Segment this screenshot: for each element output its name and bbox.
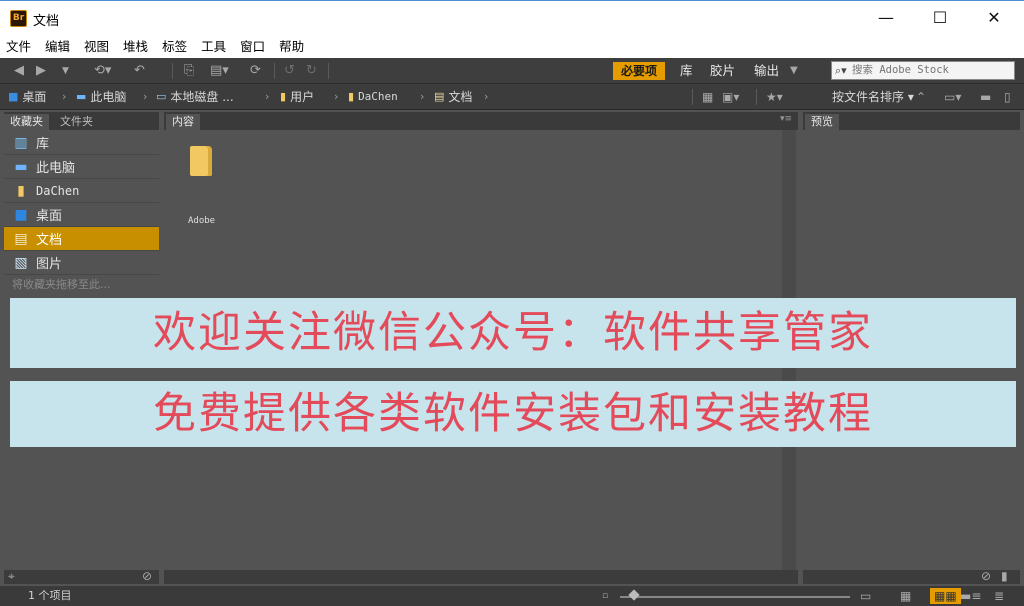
sort-direction-icon[interactable]: ⌃ (916, 88, 926, 106)
promo-banner-1: 欢迎关注微信公众号：软件共享管家 (10, 298, 1016, 368)
refresh-icon[interactable]: ⟳ (250, 62, 261, 80)
camera-import-icon[interactable]: ⎘ (184, 62, 194, 80)
back-arrow-icon[interactable]: ◀ (14, 62, 24, 80)
desktop-icon: ■ (14, 206, 28, 223)
content-panel-footer (164, 570, 798, 584)
crumb-desktop[interactable]: ■ 桌面 (8, 88, 46, 106)
rotate-right-icon[interactable]: ↻ (306, 62, 317, 80)
quality-dropdown-icon[interactable]: ▣▾ (722, 88, 739, 106)
tab-favorites[interactable]: 收藏夹 (4, 114, 49, 130)
workspace-filmstrip[interactable]: 胶片 (710, 62, 735, 80)
slider-thumb[interactable] (628, 589, 640, 601)
bridge-logo: Br (10, 10, 27, 27)
forward-arrow-icon[interactable]: ▶ (36, 62, 46, 80)
recent-dropdown-icon[interactable]: ▼ (62, 62, 69, 80)
crumb-dachen[interactable]: ▮ DaChen (348, 88, 398, 106)
menu-window[interactable]: 窗口 (240, 36, 265, 58)
menu-edit[interactable]: 编辑 (45, 36, 70, 58)
trash-icon[interactable]: ▮ (1001, 568, 1008, 584)
tab-folders[interactable]: 文件夹 (54, 114, 99, 130)
sort-dropdown[interactable]: 按文件名排序 ▾ (832, 88, 914, 106)
crumb-users[interactable]: ▮ 用户 (280, 88, 314, 106)
disk-icon: ▭ (156, 90, 167, 103)
copy-icon[interactable]: ▤▾ (210, 62, 229, 80)
folder-icon (190, 146, 212, 176)
favorite-library[interactable]: ▥ 库 (4, 131, 159, 155)
search-icon: ⌕▾ (835, 64, 847, 77)
status-bar: 1 个项目 ▫ ▭ ▦ ▦▦ ▬≡ ≣ (0, 586, 1024, 606)
grid-view-icon[interactable]: ▦ (900, 588, 911, 604)
rotate-icon[interactable]: ↶ (134, 62, 145, 80)
computer-icon: ▬ (76, 90, 87, 103)
crumb-documents[interactable]: ▤ 文档 (434, 88, 472, 106)
path-bar: ■ 桌面 › ▬ 此电脑 › ▭ 本地磁盘 ... › ▮ 用户 › ▮ DaChen ›… (0, 84, 1024, 110)
menu-tools[interactable]: 工具 (201, 36, 226, 58)
rotate-left-icon[interactable]: ↺ (284, 62, 295, 80)
thumbnail-view-icon[interactable]: ▦▦ (930, 588, 961, 604)
crumb-this-pc[interactable]: ▬ 此电脑 (76, 88, 126, 106)
favorites-panel-footer: ⌖ ⊘ (4, 568, 159, 584)
favorite-dachen[interactable]: ▮ DaChen (4, 179, 159, 203)
item-count: 1 个项目 (28, 589, 72, 602)
no-entry-icon[interactable]: ⊘ (981, 568, 991, 584)
workspace-menu-chevron-icon[interactable]: ▼ (790, 62, 798, 80)
menu-view[interactable]: 视图 (84, 36, 109, 58)
search-box[interactable]: ⌕▾ (831, 61, 1015, 80)
folder-item-adobe[interactable]: Adobe (182, 142, 226, 232)
favorite-pictures[interactable]: ▧ 图片 (4, 251, 159, 275)
folder-icon: ▮ (280, 90, 287, 103)
user-folder-icon: ▮ (17, 182, 25, 199)
thumbnail-quality-icon[interactable]: ▦ (702, 88, 713, 106)
favorite-desktop[interactable]: ■ 桌面 (4, 203, 159, 227)
menu-help[interactable]: 帮助 (279, 36, 304, 58)
pictures-icon: ▧ (14, 254, 28, 271)
search-input[interactable] (852, 62, 1012, 79)
tab-preview[interactable]: 预览 (805, 114, 839, 130)
desktop-icon: ■ (8, 90, 19, 103)
menu-file[interactable]: 文件 (6, 36, 31, 58)
title-bar: Br 文档 — ☐ ✕ (0, 0, 1024, 36)
favorite-documents[interactable]: ▤ 文档 (4, 227, 159, 251)
favorite-this-pc[interactable]: ▬ 此电脑 (4, 155, 159, 179)
menu-stacks[interactable]: 堆栈 (123, 36, 148, 58)
menu-label[interactable]: 标签 (162, 36, 187, 58)
documents-icon: ▤ (434, 90, 445, 103)
menu-bar: 文件 编辑 视图 堆栈 标签 工具 窗口 帮助 (0, 36, 1024, 58)
maximize-button[interactable]: ☐ (912, 1, 968, 35)
minimize-button[interactable]: — (858, 1, 914, 35)
promo-banner-2: 免费提供各类软件安装包和安装教程 (10, 381, 1016, 447)
workspace-library[interactable]: 库 (680, 62, 693, 80)
folder-icon: ▮ (348, 90, 355, 103)
computer-icon: ▬ (14, 158, 28, 175)
workspace-output[interactable]: 输出 (754, 62, 779, 80)
details-view-icon[interactable]: ▬≡ (960, 588, 981, 604)
zoom-in-icon[interactable]: ▭ (860, 588, 871, 604)
boomerang-icon[interactable]: ⟲▾ (94, 62, 111, 80)
no-entry-icon[interactable]: ⊘ (142, 568, 152, 584)
panel-menu-icon[interactable]: ▾≡ (780, 114, 792, 124)
open-recent-folder-icon[interactable]: ▭▾ (944, 88, 961, 106)
preview-panel-footer: ⊘ ▮ (803, 568, 1020, 584)
delete-icon[interactable]: ▯ (1004, 88, 1011, 106)
window-title: 文档 (33, 14, 60, 29)
pin-icon[interactable]: ⌖ (8, 568, 15, 584)
folder-label: Adobe (188, 216, 216, 226)
thumbnail-size-slider[interactable] (620, 589, 850, 601)
favorites-drop-hint: 将收藏夹拖移至此... (12, 278, 111, 291)
rating-filter-icon[interactable]: ★▾ (766, 88, 783, 106)
tab-content[interactable]: 内容 (166, 114, 200, 130)
documents-icon: ▤ (14, 230, 28, 247)
workspace-essentials[interactable]: 必要项 (613, 62, 666, 80)
crumb-local-disk[interactable]: ▭ 本地磁盘 ... (156, 88, 234, 106)
close-button[interactable]: ✕ (966, 1, 1022, 35)
library-icon: ▥ (14, 134, 28, 151)
list-view-icon[interactable]: ≣ (994, 588, 1004, 604)
new-folder-icon[interactable]: ▬ (980, 88, 991, 106)
zoom-out-icon[interactable]: ▫ (602, 588, 608, 604)
